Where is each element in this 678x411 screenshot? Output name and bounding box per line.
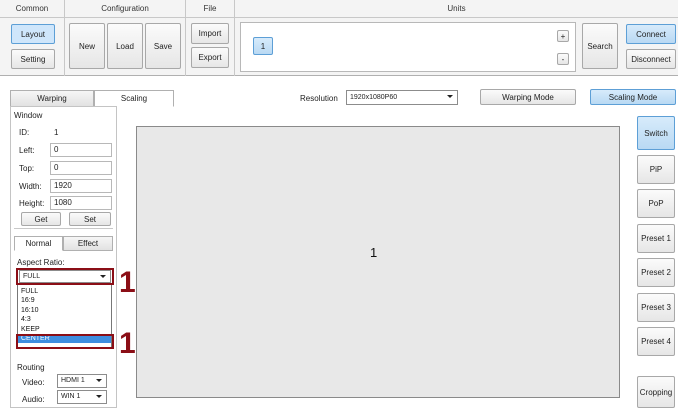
scaling-canvas[interactable]: 1 [136, 126, 620, 398]
aspect-option-full[interactable]: FULL [18, 287, 111, 296]
aspect-ratio-label: Aspect Ratio: [17, 258, 65, 267]
pip-button[interactable]: PiP [637, 155, 675, 184]
tab-warping[interactable]: Warping [10, 90, 94, 107]
load-button[interactable]: Load [107, 23, 143, 69]
warping-mode-button[interactable]: Warping Mode [480, 89, 576, 105]
connect-button[interactable]: Connect [626, 24, 676, 44]
height-label: Height: [19, 199, 45, 208]
units-list: 1 [240, 22, 576, 72]
height-field[interactable]: 1080 [50, 196, 112, 210]
group-title-configuration: Configuration [65, 0, 185, 18]
new-button[interactable]: New [69, 23, 105, 69]
aspect-option-4-3[interactable]: 4:3 [18, 315, 111, 324]
callout-box-12 [16, 268, 114, 285]
disconnect-button[interactable]: Disconnect [626, 49, 676, 69]
window-heading: Window [14, 111, 43, 120]
resolution-label: Resolution [300, 94, 338, 103]
export-button[interactable]: Export [191, 47, 229, 68]
set-button[interactable]: Set [69, 212, 111, 226]
audio-select[interactable]: WIN 1 [57, 390, 107, 404]
divider [14, 228, 113, 229]
ribbon: Common Configuration File Units Layout S… [0, 0, 678, 76]
resolution-select[interactable]: 1920x1080P60 [346, 90, 458, 105]
aspect-option-16-9[interactable]: 16:9 [18, 296, 111, 305]
chevron-down-icon [96, 395, 102, 398]
scaling-mode-button[interactable]: Scaling Mode [590, 89, 676, 105]
left-label: Left: [19, 146, 35, 155]
top-field[interactable]: 0 [50, 161, 112, 175]
window-number: 1 [370, 245, 378, 260]
routing-heading: Routing [17, 363, 45, 372]
preset-2-button[interactable]: Preset 2 [637, 258, 675, 287]
video-select[interactable]: HDMI 1 [57, 374, 107, 388]
unit-item[interactable]: 1 [253, 37, 273, 55]
preset-4-button[interactable]: Preset 4 [637, 327, 675, 356]
id-value: 1 [54, 128, 59, 137]
preset-3-button[interactable]: Preset 3 [637, 293, 675, 322]
switch-button[interactable]: Switch [637, 116, 675, 150]
layout-button[interactable]: Layout [11, 24, 55, 44]
setting-button[interactable]: Setting [11, 49, 55, 69]
group-title-file: File [186, 0, 234, 18]
get-button[interactable]: Get [21, 212, 61, 226]
cropping-button[interactable]: Cropping [637, 376, 675, 408]
top-label: Top: [19, 164, 35, 173]
search-button[interactable]: Search [582, 23, 618, 69]
audio-label: Audio: [22, 395, 45, 404]
id-label: ID: [19, 128, 30, 137]
width-field[interactable]: 1920 [50, 179, 112, 193]
video-label: Video: [22, 378, 45, 387]
aspect-option-16-10[interactable]: 16:10 [18, 306, 111, 315]
tab-normal[interactable]: Normal [14, 236, 63, 251]
resolution-value: 1920x1080P60 [350, 94, 398, 101]
save-button[interactable]: Save [145, 23, 181, 69]
callout-box-13 [16, 334, 114, 349]
tab-effect[interactable]: Effect [63, 236, 113, 251]
audio-value: WIN 1 [61, 393, 81, 400]
left-field[interactable]: 0 [50, 143, 112, 157]
import-button[interactable]: Import [191, 23, 229, 44]
add-unit-button[interactable]: + [557, 30, 569, 42]
width-label: Width: [19, 182, 42, 191]
tab-scaling[interactable]: Scaling [94, 90, 174, 107]
pop-button[interactable]: PoP [637, 189, 675, 218]
video-value: HDMI 1 [61, 377, 85, 384]
remove-unit-button[interactable]: - [557, 53, 569, 65]
group-title-common: Common [0, 0, 64, 18]
chevron-down-icon [96, 379, 102, 382]
aspect-option-keep[interactable]: KEEP [18, 325, 111, 334]
group-title-units: Units [235, 0, 678, 18]
preset-1-button[interactable]: Preset 1 [637, 224, 675, 253]
chevron-down-icon [447, 95, 453, 98]
